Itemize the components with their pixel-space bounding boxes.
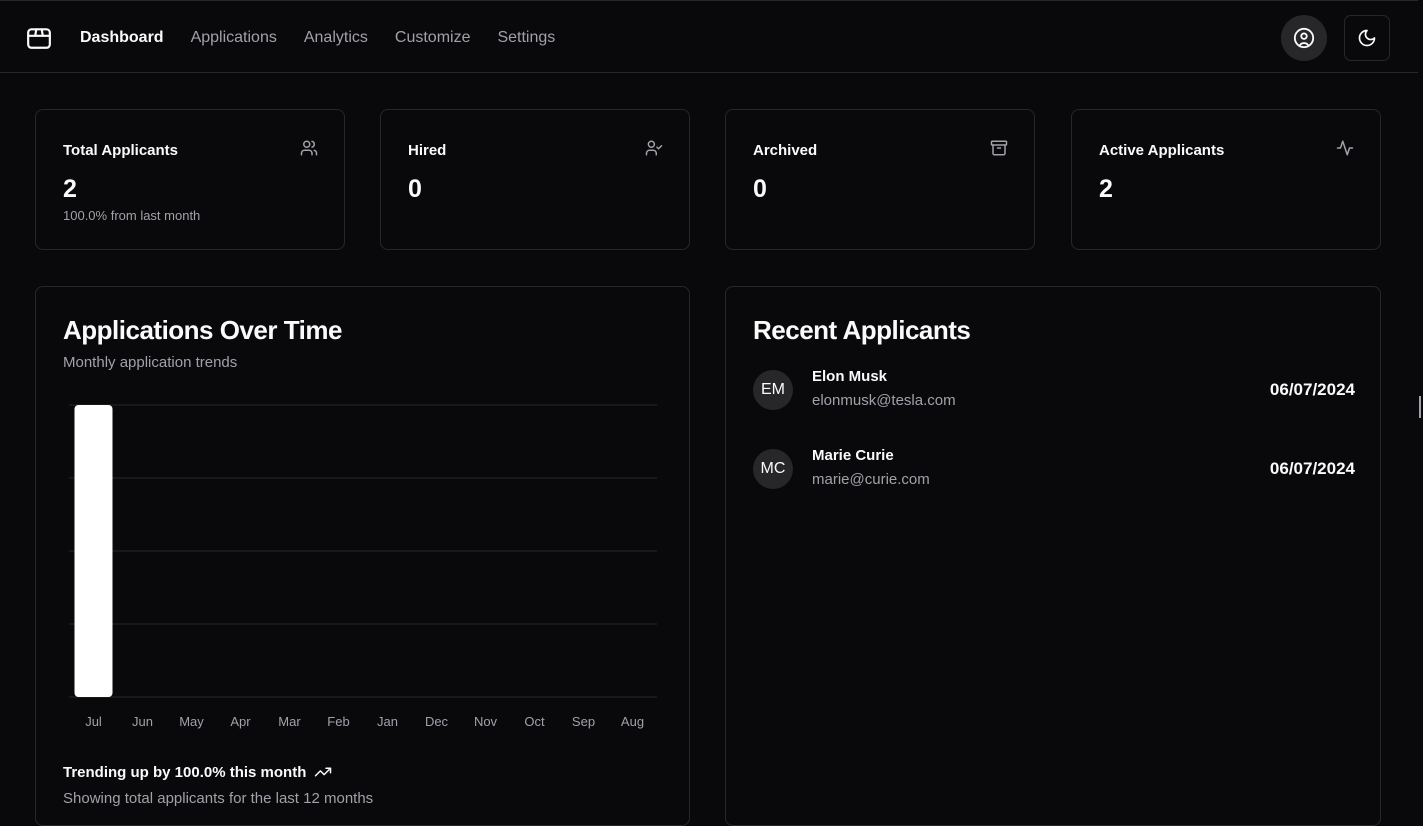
applicant-name: Elon Musk (812, 368, 888, 385)
package-icon[interactable] (26, 25, 52, 51)
x-tick-label: Jun (132, 714, 153, 729)
x-tick-label: Mar (278, 714, 301, 729)
stat-label: Total Applicants (63, 142, 179, 159)
x-tick-label: Feb (327, 714, 349, 729)
archive-icon (990, 140, 1008, 156)
applicant-email: elonmusk@tesla.com (812, 392, 956, 409)
stat-label: Active Applicants (1099, 142, 1225, 159)
stat-card-active-applicants: Active Applicants 2 (1071, 109, 1381, 250)
stat-value: 0 (753, 175, 767, 203)
trend-text: Trending up by 100.0% this month (63, 763, 307, 781)
x-tick-label: Aug (621, 714, 644, 729)
x-tick-label: Sep (572, 714, 595, 729)
x-tick-label: Jan (377, 714, 398, 729)
applications-chart-card: Applications Over Time Monthly applicati… (35, 286, 690, 826)
applicant-name: Marie Curie (812, 447, 894, 464)
nav-settings[interactable]: Settings (497, 29, 555, 47)
main-nav: Dashboard Applications Analytics Customi… (80, 1, 555, 74)
applications-bar-chart: Jul Jun May Apr Mar Feb Jan Dec Nov Oct Sep Aug (69, 404, 657, 729)
user-check-icon (645, 140, 663, 156)
applicant-email: marie@curie.com (812, 471, 930, 488)
x-tick-label: Dec (425, 714, 449, 729)
stat-value: 2 (63, 175, 77, 203)
stat-label: Archived (753, 142, 818, 159)
nav-analytics[interactable]: Analytics (304, 29, 368, 47)
nav-applications[interactable]: Applications (191, 29, 277, 47)
avatar: MC (753, 449, 793, 489)
x-tick-label: Oct (524, 714, 545, 729)
stat-card-archived: Archived 0 (725, 109, 1035, 250)
trend-summary: Trending up by 100.0% this month (63, 763, 332, 781)
avatar: EM (753, 370, 793, 410)
users-icon (300, 140, 318, 156)
user-menu-button[interactable] (1281, 15, 1327, 61)
applicant-date: 06/07/2024 (1269, 380, 1355, 399)
x-tick-label: Nov (474, 714, 498, 729)
stat-value: 2 (1099, 175, 1113, 203)
user-circle-icon (1293, 27, 1315, 49)
text-cursor (1419, 396, 1421, 418)
applicant-row[interactable]: EM Elon Musk elonmusk@tesla.com 06/07/20… (753, 368, 1355, 412)
recent-applicants-card: Recent Applicants EM Elon Musk elonmusk@… (725, 286, 1381, 826)
moon-icon (1358, 29, 1376, 47)
x-tick-label: Jul (85, 714, 102, 729)
x-tick-label: Apr (230, 714, 251, 729)
trending-up-icon (315, 767, 332, 777)
theme-toggle-button[interactable] (1344, 15, 1390, 61)
x-tick-label: May (179, 714, 204, 729)
top-navbar: Dashboard Applications Analytics Customi… (0, 0, 1418, 73)
recent-card-title: Recent Applicants (753, 315, 971, 345)
nav-customize[interactable]: Customize (395, 29, 471, 47)
stat-card-hired: Hired 0 (380, 109, 690, 250)
chart-bar[interactable] (74, 405, 113, 697)
nav-dashboard[interactable]: Dashboard (80, 29, 164, 47)
stat-value: 0 (408, 175, 422, 203)
stat-label: Hired (408, 142, 447, 159)
applicant-date: 06/07/2024 (1269, 459, 1355, 478)
trend-subtext: Showing total applicants for the last 12… (63, 790, 374, 807)
applicant-row[interactable]: MC Marie Curie marie@curie.com 06/07/202… (753, 447, 1355, 491)
stat-card-total-applicants: Total Applicants 2 100.0% from last mont… (35, 109, 345, 250)
stat-subtext: 100.0% from last month (63, 208, 201, 223)
activity-icon (1336, 140, 1354, 156)
